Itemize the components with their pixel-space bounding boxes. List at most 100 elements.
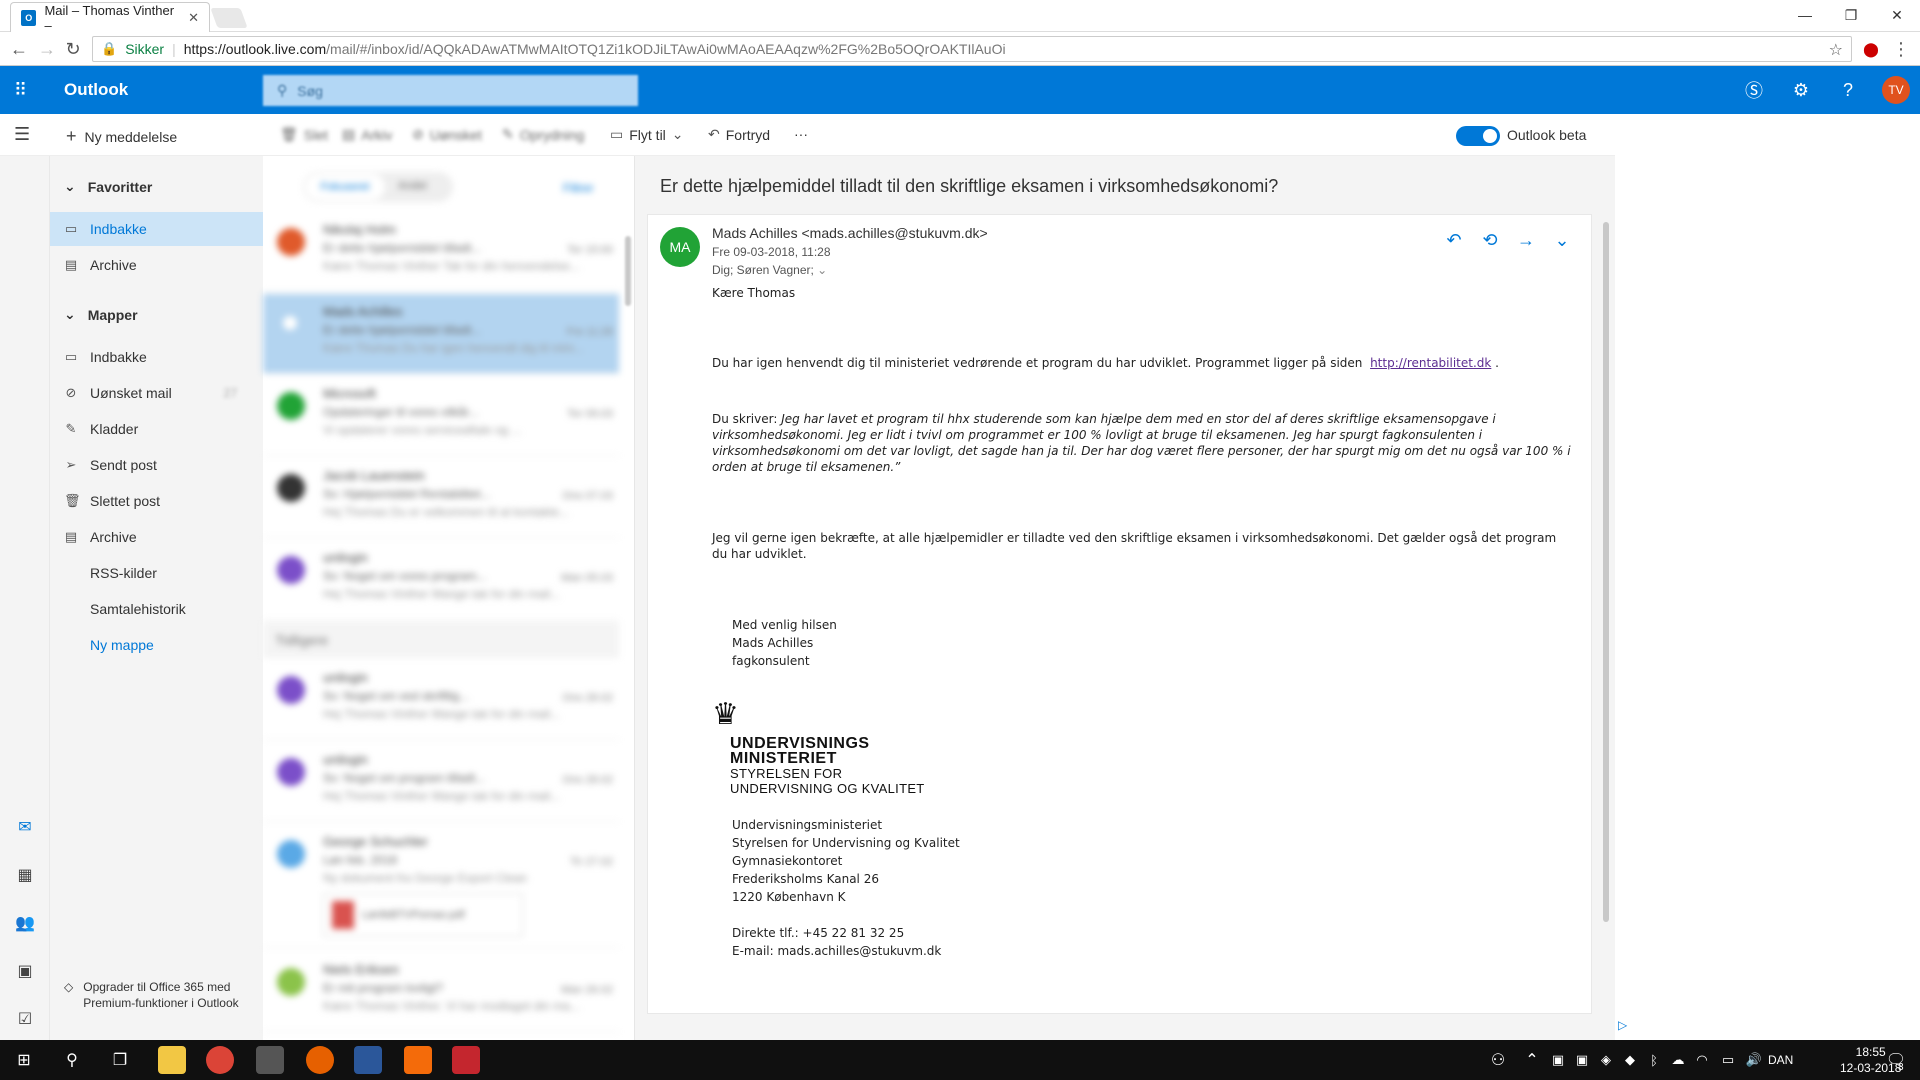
windows-start-icon[interactable]: ⊞ [12, 1048, 36, 1072]
rentabilitet-link[interactable]: http://rentabilitet.dk [1370, 356, 1491, 370]
battery-icon[interactable]: ▭ [1716, 1048, 1740, 1072]
people-icon[interactable]: 👥 [14, 912, 36, 934]
sweep-button[interactable]: ✎ Oprydning [502, 126, 584, 143]
search-icon[interactable]: ⚲ [60, 1048, 84, 1072]
extension-icon[interactable]: ⬤ [1860, 38, 1882, 60]
junk-button[interactable]: ⊘ Uønsket [412, 126, 482, 143]
acrobat-icon[interactable] [452, 1046, 480, 1074]
undo-button[interactable]: ↶ Fortryd [708, 126, 770, 143]
folder-archive[interactable]: ▤ Archive [50, 520, 263, 554]
archive-button[interactable]: ▤ Arkiv [342, 126, 392, 143]
folder-junk[interactable]: ⊘ Uønsket mail 27 [50, 376, 263, 410]
sender-name[interactable]: Mads Achilles <mads.achilles@stukuvm.dk> [712, 225, 988, 241]
mail-app-icon[interactable] [256, 1046, 284, 1074]
ad-choices-icon[interactable]: ▷ [1618, 1018, 1627, 1032]
recipients[interactable]: Dig; Søren Vagner; ⌄ [712, 263, 827, 277]
list-item[interactable]: George Schuchler Løn feb. 2018 Ny dokume… [263, 824, 619, 948]
select-checkbox[interactable] [283, 316, 297, 330]
chrome-icon[interactable] [206, 1046, 234, 1074]
tasks-icon[interactable]: ☑ [14, 1008, 36, 1030]
user-avatar[interactable]: TV [1882, 76, 1910, 104]
upgrade-promo[interactable]: ◇ Opgrader til Office 365 med Premium-fu… [64, 979, 254, 1011]
list-item[interactable]: Microsoft Opdateringer til vores vilkår.… [263, 376, 619, 456]
gear-icon[interactable]: ⚙ [1789, 78, 1813, 102]
restore-icon[interactable]: ❐ [1828, 0, 1874, 30]
onedrive-icon[interactable]: ☁ [1666, 1048, 1690, 1072]
input-language[interactable]: DAN [1768, 1053, 1793, 1067]
favorite-inbox[interactable]: ▭ Indbakke [50, 212, 263, 246]
list-item[interactable]: Jacob Lauenstein Sv: Hjælpemiddel Rentab… [263, 458, 619, 538]
tab-focused[interactable]: Fokuseret [305, 174, 385, 200]
list-item[interactable]: Nikolaj Holm Er dette hjælpemiddel tilla… [263, 212, 619, 292]
list-item[interactable]: unilogin Sv: Noget om ved skriftlig... H… [263, 660, 619, 740]
file-explorer-icon[interactable] [158, 1046, 186, 1074]
minimize-icon[interactable]: — [1782, 0, 1828, 30]
expand-recipients-icon[interactable]: ⌄ [817, 263, 827, 277]
help-icon[interactable]: ? [1836, 78, 1860, 102]
sender-avatar[interactable]: MA [660, 227, 700, 267]
new-message-button[interactable]: + Ny meddelelse [66, 126, 177, 147]
folder-conversation-history[interactable]: Samtalehistorik [50, 592, 263, 626]
list-item[interactable]: unilogin Sv: Noget om program tilladt...… [263, 742, 619, 822]
dropbox-icon[interactable]: ◆ [1618, 1048, 1642, 1072]
more-actions-button[interactable]: ··· [794, 126, 808, 142]
folder-deleted[interactable]: 🗑 Slettet post [50, 484, 263, 518]
volume-icon[interactable]: 🔊 [1742, 1048, 1766, 1072]
tab-close-icon[interactable]: ✕ [188, 10, 199, 26]
folder-drafts[interactable]: ✎ Kladder [50, 412, 263, 446]
skype-icon[interactable]: Ⓢ [1742, 78, 1766, 102]
wifi-icon[interactable]: ◠ [1690, 1048, 1714, 1072]
tray-app-icon[interactable]: ▣ [1570, 1048, 1594, 1072]
forward-icon[interactable]: → [1515, 229, 1537, 251]
favorite-archive[interactable]: ▤ Archive [50, 248, 263, 282]
outlook-beta-toggle[interactable] [1456, 126, 1500, 146]
attachment-card[interactable]: LønfeBTVPomao.pdf [323, 893, 523, 937]
close-window-icon[interactable]: ✕ [1874, 0, 1920, 30]
filter-button[interactable]: Filtrer [563, 181, 594, 195]
photos-icon[interactable]: ▣ [14, 960, 36, 982]
new-tab-button[interactable] [210, 8, 248, 28]
people-icon[interactable]: ⚇ [1486, 1048, 1510, 1072]
browser-tab-outlook[interactable]: O Mail – Thomas Vinther – ✕ [10, 2, 210, 33]
list-item-selected[interactable]: Mads Achilles Er dette hjælpemiddel till… [263, 294, 619, 374]
tray-app-icon[interactable]: ◈ [1594, 1048, 1618, 1072]
firefox-icon[interactable] [306, 1046, 334, 1074]
app-launcher-icon[interactable]: ⠿ [14, 80, 34, 100]
bluetooth-icon[interactable]: ᛒ [1642, 1048, 1666, 1072]
trash-icon: 🗑 [280, 126, 298, 142]
url-input[interactable]: 🔒 Sikker | https://outlook.live.com/mail… [92, 36, 1852, 62]
folders-header[interactable]: ⌄ Mapper [64, 306, 138, 323]
app-icon[interactable] [404, 1046, 432, 1074]
more-chevron-icon[interactable]: ⌄ [1551, 229, 1573, 251]
delete-button[interactable]: 🗑 Slet [280, 126, 328, 143]
browser-menu-icon[interactable]: ⋮ [1890, 38, 1912, 60]
show-hidden-icons-icon[interactable]: ⌃ [1520, 1048, 1544, 1072]
search-input[interactable]: ⚲ Søg [263, 75, 638, 106]
bookmark-star-icon[interactable]: ☆ [1829, 40, 1843, 60]
move-to-button[interactable]: ▭ Flyt til ⌄ [610, 126, 684, 143]
back-arrow-icon[interactable]: ← [8, 38, 30, 60]
reply-icon[interactable]: ↶ [1443, 229, 1465, 251]
notifications-icon[interactable]: 🗨 [1884, 1048, 1908, 1072]
calendar-icon[interactable]: ▦ [14, 864, 36, 886]
tab-other[interactable]: Andet [398, 180, 427, 192]
folder-sent[interactable]: ➢ Sendt post [50, 448, 263, 482]
forward-arrow-icon[interactable]: → [36, 38, 58, 60]
reload-icon[interactable]: ↻ [62, 38, 84, 60]
list-item[interactable]: unilogin Sv: Noget om vores program... H… [263, 540, 619, 620]
reply-all-icon[interactable]: ⟲ [1479, 229, 1501, 251]
focused-other-pivot[interactable]: Fokuseret Andet [303, 172, 453, 202]
task-view-icon[interactable]: ❐ [108, 1048, 132, 1072]
tray-app-icon[interactable]: ▣ [1546, 1048, 1570, 1072]
folder-rss[interactable]: RSS-kilder [50, 556, 263, 590]
reading-pane-scrollbar[interactable] [1603, 222, 1609, 922]
word-icon[interactable] [354, 1046, 382, 1074]
favorites-header[interactable]: ⌄ Favoritter [64, 178, 152, 195]
new-folder-link[interactable]: Ny mappe [50, 628, 263, 662]
brand-title[interactable]: Outlook [64, 80, 128, 100]
message-list-scrollbar[interactable] [625, 236, 631, 306]
hamburger-menu-icon[interactable]: ☰ [14, 124, 30, 145]
mail-icon[interactable]: ✉ [14, 816, 36, 838]
folder-inbox[interactable]: ▭ Indbakke [50, 340, 263, 374]
list-item[interactable]: Niels Eriksen Er mit program lovligt? Kæ… [263, 952, 619, 1032]
